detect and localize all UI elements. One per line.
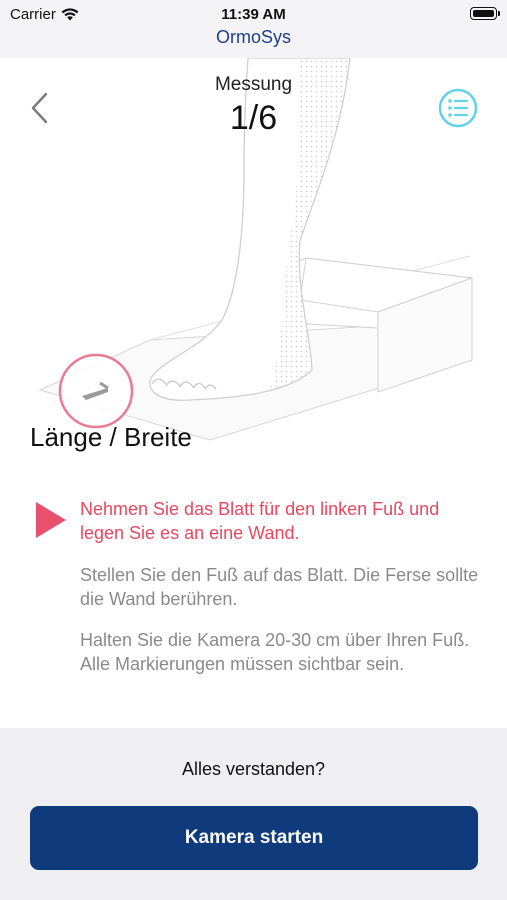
- instruction-step-2: Stellen Sie den Fuß auf das Blatt. Die F…: [80, 565, 479, 609]
- section-title: Länge / Breite: [30, 422, 192, 452]
- start-camera-button[interactable]: Kamera starten: [30, 806, 478, 870]
- status-time: 11:39 AM: [221, 6, 286, 23]
- measurement-step: 1/6: [229, 99, 278, 137]
- top-bar: Carrier 11:39 AM OrmoSys: [0, 0, 507, 58]
- active-instruction: Nehmen Sie das Blatt für den linken Fuß …: [80, 499, 440, 543]
- instruction-step-3: Halten Sie die Kamera 20-30 cm über Ihre…: [80, 630, 470, 674]
- play-indicator-icon: [36, 502, 66, 538]
- list-menu-icon[interactable]: [436, 86, 480, 130]
- app-title: OrmoSys: [215, 27, 291, 47]
- confirmation-question: Alles verstanden?: [181, 759, 326, 779]
- battery-icon: [470, 7, 500, 20]
- measurement-label: Messung: [214, 74, 293, 95]
